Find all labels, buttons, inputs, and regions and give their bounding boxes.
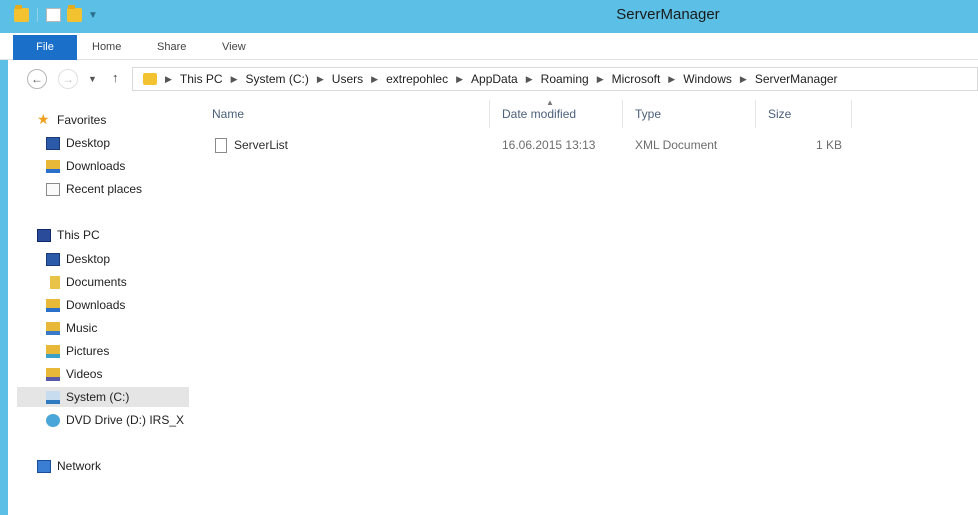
address-row: ← → ▼ ↑ ▶ This PC ▶ System (C:) ▶ Users …	[0, 63, 978, 95]
star-icon: ★	[37, 111, 50, 127]
breadcrumb-separator-icon[interactable]: ▶	[740, 74, 747, 85]
back-arrow-icon[interactable]: ←	[27, 69, 47, 89]
column-header-name[interactable]: Name	[200, 100, 490, 128]
music-icon	[46, 321, 60, 335]
nav-label: Downloads	[66, 298, 126, 312]
column-header-label: Name	[212, 107, 245, 121]
videos-icon	[46, 367, 60, 381]
file-type: XML Document	[635, 138, 718, 152]
breadcrumb-separator-icon[interactable]: ▶	[526, 74, 533, 85]
desktop-icon	[46, 136, 60, 150]
nav-label: Favorites	[57, 113, 107, 127]
breadcrumb-windows[interactable]: Windows	[683, 72, 732, 86]
breadcrumb-separator-icon[interactable]: ▶	[371, 74, 378, 85]
nav-item-pc-desktop[interactable]: Desktop	[46, 249, 110, 269]
dvd-drive-icon	[46, 413, 60, 427]
breadcrumb-this-pc[interactable]: This PC	[180, 72, 223, 86]
column-header-label: Size	[768, 107, 792, 121]
file-date-modified: 16.06.2015 13:13	[502, 138, 596, 152]
recent-locations-chevron-down-icon[interactable]: ▼	[88, 74, 97, 84]
file-name: ServerList	[234, 138, 289, 152]
nav-item-videos[interactable]: Videos	[46, 364, 102, 384]
breadcrumb-separator-icon[interactable]: ▶	[597, 74, 604, 85]
breadcrumb-system-c[interactable]: System (C:)	[246, 72, 309, 86]
window-title: ServerManager	[616, 6, 720, 23]
file-size: 1 KB	[815, 138, 842, 152]
nav-item-pictures[interactable]: Pictures	[46, 341, 109, 361]
nav-item-downloads[interactable]: Downloads	[46, 156, 125, 176]
column-header-size[interactable]: Size	[756, 100, 852, 128]
nav-label: Documents	[66, 275, 127, 289]
nav-item-music[interactable]: Music	[46, 318, 97, 338]
nav-item-system-c[interactable]: System (C:)	[17, 387, 189, 407]
address-bar[interactable]: ▶ This PC ▶ System (C:) ▶ Users ▶ extrep…	[132, 67, 978, 91]
window-left-border	[0, 60, 8, 515]
computer-icon	[37, 228, 51, 242]
breadcrumb-separator-icon[interactable]: ▶	[165, 74, 172, 85]
breadcrumb-separator-icon[interactable]: ▶	[317, 74, 324, 85]
nav-label: Music	[66, 321, 98, 335]
nav-label: Recent places	[66, 182, 143, 196]
nav-item-pc-downloads[interactable]: Downloads	[46, 295, 125, 315]
downloads-icon	[46, 159, 60, 173]
downloads-icon	[46, 298, 60, 312]
nav-label: Downloads	[66, 159, 126, 173]
up-arrow-icon[interactable]: ↑	[112, 70, 119, 85]
hard-drive-icon	[46, 390, 60, 404]
nav-label: Desktop	[66, 136, 111, 150]
nav-label: Desktop	[66, 252, 111, 266]
folder-icon	[143, 73, 157, 85]
ribbon-tabs: File Home Share View	[0, 33, 978, 60]
breadcrumb-separator-icon[interactable]: ▶	[456, 74, 463, 85]
column-header-date-modified[interactable]: Date modified	[490, 100, 623, 128]
desktop-icon	[46, 252, 60, 266]
xml-file-icon	[215, 138, 227, 153]
file-list: Name ▲ Date modified Type Size ServerLis…	[200, 98, 978, 515]
nav-label: Pictures	[66, 344, 110, 358]
tab-share[interactable]: Share	[157, 41, 186, 53]
breadcrumb-servermanager[interactable]: ServerManager	[755, 72, 838, 86]
nav-group-favorites[interactable]: ★ Favorites	[37, 110, 106, 130]
tab-home[interactable]: Home	[92, 41, 121, 53]
navigation-pane: ★ Favorites Desktop Downloads Recent pla…	[17, 110, 189, 510]
breadcrumb-appdata[interactable]: AppData	[471, 72, 518, 86]
nav-item-dvd-drive[interactable]: DVD Drive (D:) IRS_X	[46, 410, 189, 430]
breadcrumb-user[interactable]: extrepohlec	[386, 72, 448, 86]
nav-group-network[interactable]: Network	[37, 456, 101, 476]
nav-group-this-pc[interactable]: This PC	[37, 225, 100, 245]
column-header-label: Date modified	[502, 107, 577, 121]
nav-label: System (C:)	[66, 390, 130, 404]
breadcrumb-separator-icon[interactable]: ▶	[668, 74, 675, 85]
breadcrumb-roaming[interactable]: Roaming	[541, 72, 589, 86]
nav-label: Videos	[66, 367, 103, 381]
pictures-icon	[46, 344, 60, 358]
nav-label: Network	[57, 459, 102, 473]
tab-view[interactable]: View	[222, 41, 246, 53]
breadcrumb-microsoft[interactable]: Microsoft	[612, 72, 661, 86]
nav-label: DVD Drive (D:) IRS_X	[66, 413, 185, 427]
documents-icon	[46, 275, 60, 289]
breadcrumb-separator-icon[interactable]: ▶	[231, 74, 238, 85]
nav-item-documents[interactable]: Documents	[46, 272, 127, 292]
network-icon	[37, 459, 51, 473]
breadcrumb-users[interactable]: Users	[332, 72, 363, 86]
forward-arrow-icon[interactable]: →	[58, 69, 78, 89]
file-row[interactable]: ServerList 16.06.2015 13:13 XML Document…	[200, 134, 852, 156]
tab-file[interactable]: File	[13, 35, 77, 60]
nav-label: This PC	[57, 228, 100, 242]
nav-item-desktop[interactable]: Desktop	[46, 133, 110, 153]
nav-item-recent-places[interactable]: Recent places	[46, 179, 142, 199]
title-bar: ▼ ServerManager	[0, 0, 978, 33]
recent-places-icon	[46, 182, 60, 196]
column-header-type[interactable]: Type	[623, 100, 756, 128]
column-header-label: Type	[635, 107, 662, 121]
